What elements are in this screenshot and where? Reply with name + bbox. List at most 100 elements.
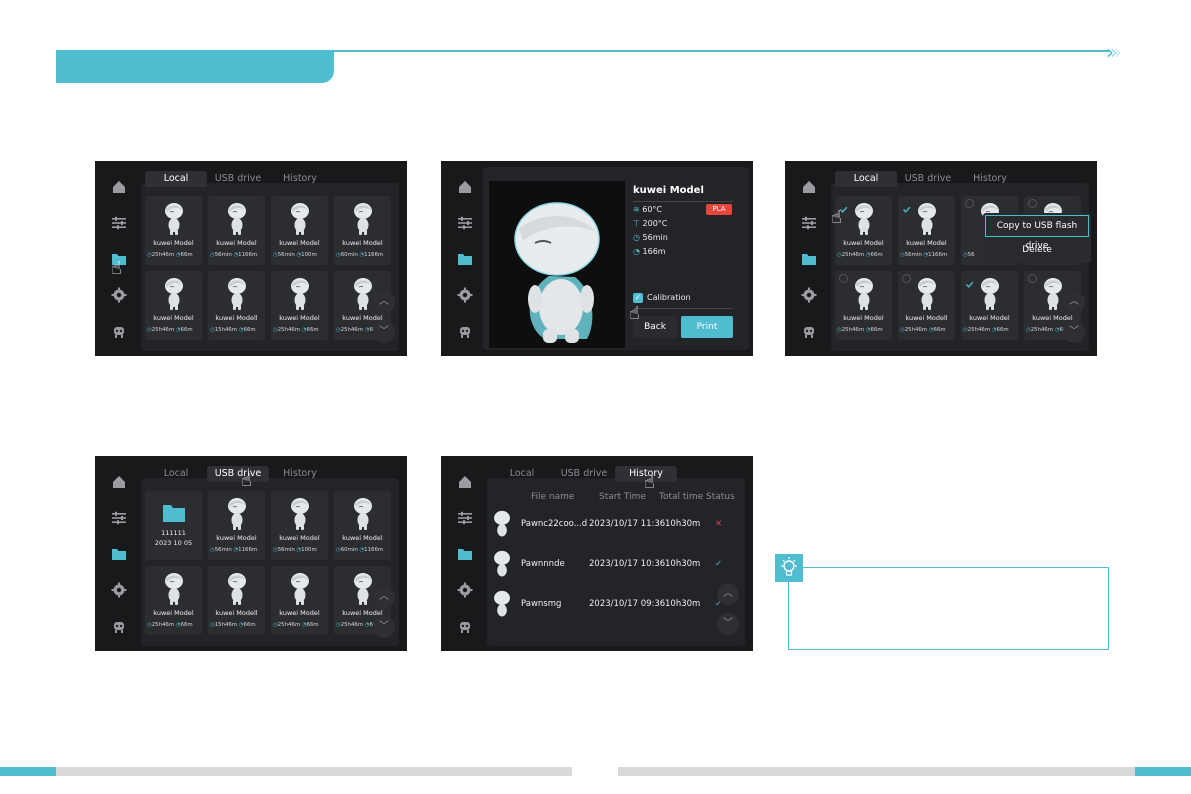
- select-checkbox[interactable]: [902, 199, 911, 213]
- file-card[interactable]: kuwei Model ◷25h46m ◔66m: [835, 196, 892, 265]
- model-thumbnail-icon: [291, 498, 309, 530]
- file-card[interactable]: kuwei Model ◷56min ◔100m: [271, 196, 328, 265]
- file-meta: ◷25h46m ◔66m: [147, 622, 202, 628]
- sidebar-item-home[interactable]: [111, 179, 127, 195]
- tab-history[interactable]: History: [959, 171, 1021, 187]
- scroll-down-button[interactable]: ﹀: [373, 321, 395, 343]
- sidebar-item-folder[interactable]: [801, 251, 817, 267]
- file-card[interactable]: kuwei Model ◷56min ◔1166m: [898, 196, 955, 265]
- sidebar-item-robot[interactable]: [111, 323, 127, 339]
- tab-usb-drive[interactable]: USB drive: [553, 466, 615, 482]
- scroll-down-button[interactable]: ﹀: [373, 616, 395, 638]
- column-header: Status: [706, 492, 735, 502]
- select-checkbox[interactable]: [1028, 274, 1037, 283]
- tab-history[interactable]: History: [269, 171, 331, 187]
- file-name: kuwei Model: [153, 314, 194, 322]
- file-card[interactable]: kuwei Model ◷56min ◔1166m: [208, 491, 265, 560]
- file-name: kuwei Modell: [905, 314, 948, 322]
- file-card[interactable]: kuwei Model ◷56min ◔100m: [271, 491, 328, 560]
- sidebar-item-robot[interactable]: [111, 618, 127, 634]
- print-time: 25h46m: [841, 252, 865, 258]
- print-button[interactable]: Print: [681, 316, 733, 338]
- file-card[interactable]: kuwei Model ◷25h46m ◔66m: [271, 566, 328, 635]
- sidebar-item-robot[interactable]: [457, 323, 473, 339]
- scroll-up-button[interactable]: ︿: [717, 583, 739, 605]
- sidebar-item-gear[interactable]: [111, 287, 127, 303]
- sidebar-item-gear[interactable]: [457, 287, 473, 303]
- tab-usb-drive[interactable]: USB drive: [897, 171, 959, 187]
- delete-menu-item[interactable]: Delete: [985, 239, 1089, 261]
- file-card[interactable]: kuwei Model ◷25h46m ◔66m: [271, 271, 328, 340]
- history-row[interactable]: Pawnsmg 2023/10/17 09:36 10h30m ✓: [491, 586, 746, 622]
- file-card[interactable]: kuwei Model ◷25h46m ◔66m: [145, 271, 202, 340]
- sidebar-item-folder[interactable]: [457, 546, 473, 562]
- sidebar-item-home[interactable]: [801, 179, 817, 195]
- tab-local[interactable]: Local: [145, 466, 207, 482]
- file-card[interactable]: kuwei Model ◷25h46m ◔66m: [835, 271, 892, 340]
- sidebar-item-sliders[interactable]: [111, 510, 127, 526]
- tab-local[interactable]: Local: [145, 171, 207, 187]
- sidebar-item-folder[interactable]: [457, 251, 473, 267]
- folder-card[interactable]: 111111 2023 10 05: [145, 491, 202, 560]
- filament-length: 66m: [933, 327, 946, 333]
- model-thumbnail-icon: [855, 278, 873, 310]
- column-header: Start Time: [599, 492, 646, 502]
- select-checkbox[interactable]: [1028, 199, 1037, 208]
- file-name: kuwei Model: [153, 609, 194, 617]
- sidebar-item-sliders[interactable]: [457, 215, 473, 231]
- select-checkbox[interactable]: [902, 274, 911, 283]
- tip-box: [788, 567, 1109, 650]
- sidebar-item-sliders[interactable]: [801, 215, 817, 231]
- file-card[interactable]: kuwei Model ◷25h46m ◔66m: [145, 566, 202, 635]
- sidebar-item-gear[interactable]: [801, 287, 817, 303]
- file-card[interactable]: kuwei Modell ◷15h46m ◔66m: [208, 271, 265, 340]
- robot-icon: [460, 327, 470, 338]
- divider: [633, 201, 733, 202]
- sidebar-item-folder[interactable]: [111, 546, 127, 562]
- scroll-down-button[interactable]: ﹀: [1063, 321, 1085, 343]
- sidebar-item-sliders[interactable]: [457, 510, 473, 526]
- file-card[interactable]: kuwei Model ◷56min ◔1166m: [208, 196, 265, 265]
- filament-length: ◔ 166m: [633, 247, 666, 256]
- tab-local[interactable]: Local: [835, 171, 897, 187]
- select-checkbox[interactable]: [965, 199, 974, 208]
- select-checkbox[interactable]: [839, 274, 848, 283]
- sidebar-item-home[interactable]: [111, 474, 127, 490]
- print-time: 25h46m: [277, 327, 301, 333]
- scroll-up-button[interactable]: ︿: [1063, 291, 1085, 313]
- history-row[interactable]: Pawnc22coo...d 2023/10/17 11:36 10h30m ✕: [491, 506, 746, 542]
- sidebar: [441, 161, 487, 356]
- file-card[interactable]: kuwei Modell ◷25h46m ◔66m: [898, 271, 955, 340]
- history-row[interactable]: Pawnnnde 2023/10/17 10:36 10h30m ✓: [491, 546, 746, 582]
- tab-usb-drive[interactable]: USB drive: [207, 171, 269, 187]
- calibration-checkbox[interactable]: ✓: [633, 293, 643, 303]
- sidebar-item-home[interactable]: [457, 179, 473, 195]
- file-card[interactable]: kuwei Model ◷25h46m ◔66m: [961, 271, 1018, 340]
- file-card[interactable]: kuwei Model ◷60min ◔1166m: [334, 196, 391, 265]
- chevron-up-icon: ︿: [723, 588, 733, 599]
- model-thumbnail-icon: [494, 550, 510, 577]
- scroll-up-button[interactable]: ︿: [373, 586, 395, 608]
- scroll-down-button[interactable]: ﹀: [717, 613, 739, 635]
- scroll-up-button[interactable]: ︿: [373, 291, 395, 313]
- print-time: 25h46m: [340, 622, 364, 628]
- tab-history[interactable]: History: [269, 466, 331, 482]
- sidebar-item-gear[interactable]: [457, 582, 473, 598]
- file-card[interactable]: kuwei Model ◷25h46m ◔66m: [145, 196, 202, 265]
- sidebar-item-home[interactable]: [457, 474, 473, 490]
- sidebar-item-gear[interactable]: [111, 582, 127, 598]
- home-icon: [113, 476, 125, 488]
- bed-temp-value: 60°C: [642, 205, 663, 214]
- print-time: 25h46m: [277, 622, 301, 628]
- model-thumbnail-icon: [228, 278, 246, 310]
- tab-local[interactable]: Local: [491, 466, 553, 482]
- filament-length: 1166m: [364, 547, 384, 553]
- file-card[interactable]: kuwei Model ◷60min ◔1166m: [334, 491, 391, 560]
- sidebar-item-sliders[interactable]: [111, 215, 127, 231]
- sidebar-item-robot[interactable]: [457, 618, 473, 634]
- select-checkbox[interactable]: [965, 274, 974, 288]
- tab-usb-drive[interactable]: USB drive: [207, 466, 269, 482]
- sidebar-item-robot[interactable]: [801, 323, 817, 339]
- copy-to-usb-menu-item[interactable]: Copy to USB flash drive: [985, 215, 1089, 251]
- file-card[interactable]: kuwei Modell ◷15h46m ◔66m: [208, 566, 265, 635]
